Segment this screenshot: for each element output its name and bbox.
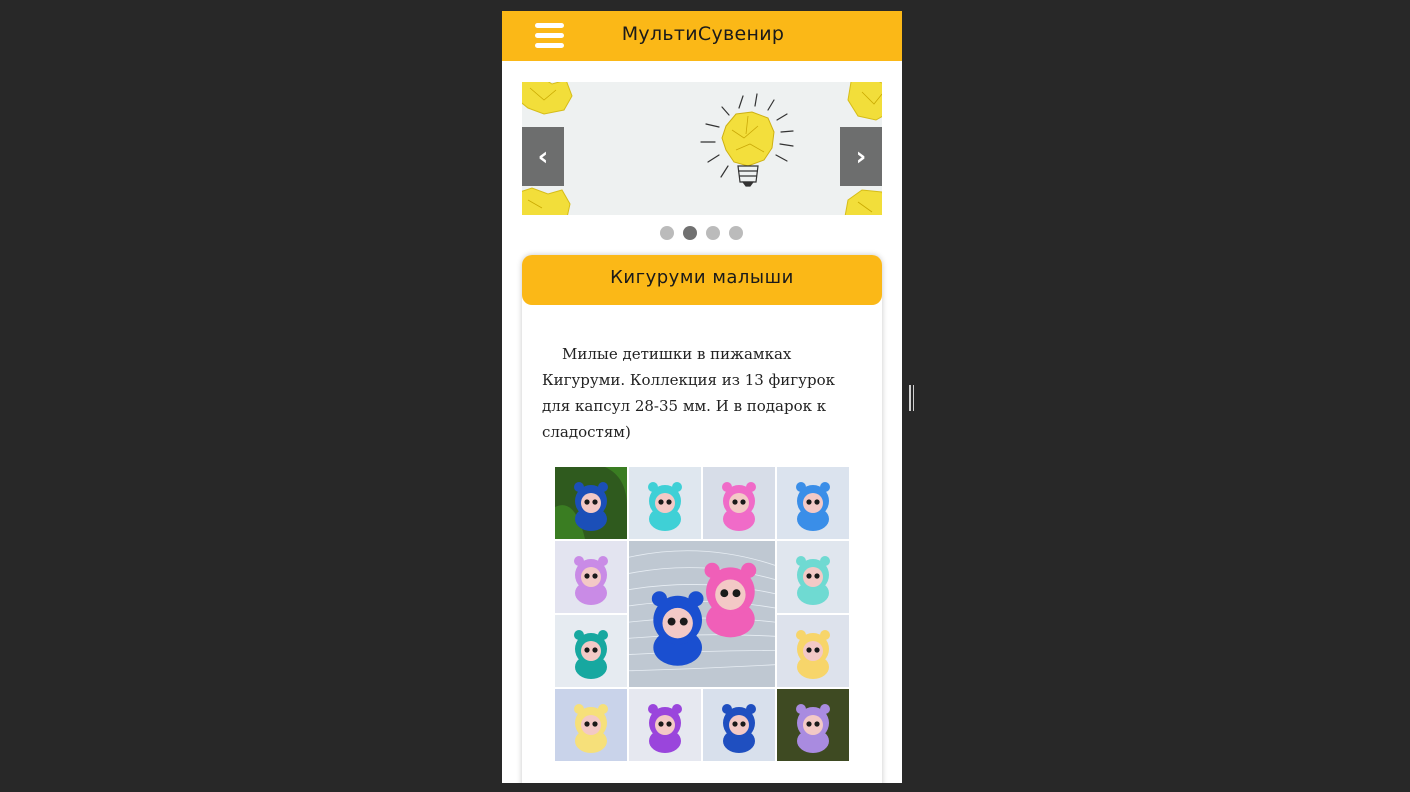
lilac-bat-kigurumi-photo[interactable] — [777, 689, 849, 761]
site-title[interactable]: МультиСувенир — [502, 23, 902, 45]
card-title: Кигуруми малыши — [610, 267, 794, 288]
blue-elephant-kigurumi-photo[interactable] — [777, 467, 849, 539]
product-card: Кигуруми малыши Милые детишки в пижамках… — [522, 255, 882, 783]
blue-octopus-kigurumi-photo[interactable] — [555, 467, 627, 539]
card-header: Кигуруми малыши — [522, 255, 882, 305]
slider-dot-2[interactable] — [683, 226, 697, 240]
yellow-bunny-kigurumi-photo[interactable] — [777, 615, 849, 687]
mint-horse-kigurumi-photo[interactable] — [777, 541, 849, 613]
resize-handle[interactable] — [909, 385, 915, 411]
slider-dot-1[interactable] — [660, 226, 674, 240]
product-gallery — [555, 467, 849, 761]
slider-dot-3[interactable] — [706, 226, 720, 240]
slider-prev-button[interactable]: ‹ — [522, 127, 564, 186]
app-header: МультиСувенир — [502, 11, 902, 61]
purple-bunny-kigurumi-photo[interactable] — [555, 541, 627, 613]
violet-bear-kigurumi-photo[interactable] — [629, 689, 701, 761]
slider-dot-4[interactable] — [729, 226, 743, 240]
pink-lamb-kigurumi-photo[interactable] — [703, 467, 775, 539]
slider-next-button[interactable]: › — [840, 127, 882, 186]
teal-jellyfish-kigurumi-photo[interactable] — [555, 615, 627, 687]
navy-cat-kigurumi-photo[interactable] — [703, 689, 775, 761]
card-description: Милые детишки в пижамках Кигуруми. Колле… — [542, 345, 835, 441]
image-slider: ‹ › — [522, 82, 882, 215]
lightbulb-slide-image — [522, 82, 882, 215]
turquoise-mermaid-kigurumi-photo[interactable] — [629, 467, 701, 539]
cream-unicorn-kigurumi-photo[interactable] — [555, 689, 627, 761]
collection-featured-photo[interactable] — [629, 541, 775, 687]
mobile-viewport: МультиСувенир ‹ › Кигуруми малыши Милые … — [502, 11, 902, 783]
